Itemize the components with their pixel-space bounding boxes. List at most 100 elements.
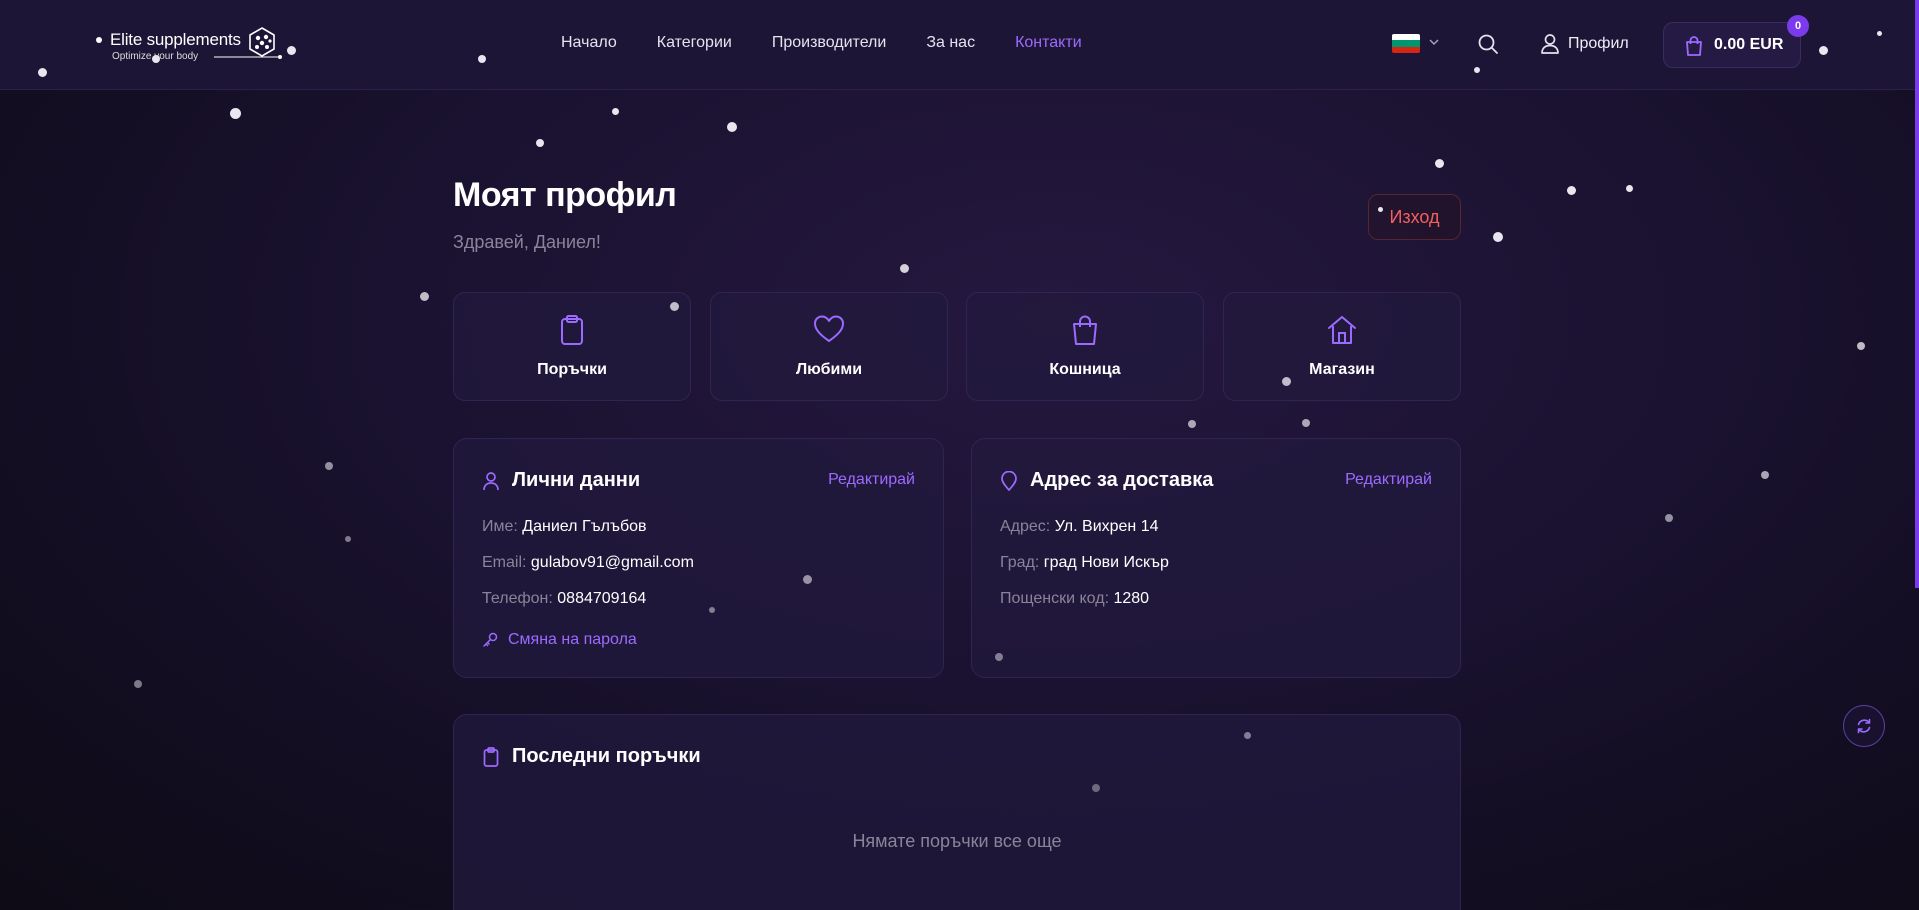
address-card: Адрес за доставка Редактирай Адрес: Ул. … <box>971 438 1461 678</box>
particle <box>1244 732 1251 739</box>
street-row: Адрес: Ул. Вихрен 14 <box>1000 518 1159 536</box>
name-value: Даниел Гълъбов <box>522 518 647 535</box>
brand-logo[interactable]: Elite supplements Optimize your body <box>96 26 286 66</box>
phone-row: Телефон: 0884709164 <box>482 590 646 608</box>
nav-manufacturers[interactable]: Производители <box>772 34 887 52</box>
zip-value: 1280 <box>1113 590 1150 607</box>
shopping-bag-icon <box>1686 36 1702 56</box>
particle <box>670 302 679 311</box>
personal-data-card: Лични данни Редактирай Име: Даниел Гълъб… <box>453 438 944 678</box>
city-value: град Нови Искър <box>1043 554 1169 571</box>
particle <box>38 68 47 77</box>
name-row: Име: Даниел Гълъбов <box>482 518 647 536</box>
email-value: gulabov91@gmail.com <box>530 554 694 571</box>
zip-label: Пощенски код: <box>1000 590 1110 607</box>
cart-total: 0.00 EUR <box>1714 36 1784 53</box>
empty-orders-text: Нямате поръчки все още <box>852 831 1062 851</box>
particle <box>1188 420 1196 428</box>
particle <box>345 536 351 542</box>
particle <box>1435 159 1444 168</box>
quick-link-shop[interactable]: Магазин <box>1223 292 1461 401</box>
nav-about[interactable]: За нас <box>926 34 975 52</box>
key-icon <box>483 632 498 647</box>
particle <box>536 139 544 147</box>
change-password-link[interactable]: Смяна на парола <box>482 631 637 649</box>
name-label: Име: <box>482 518 518 535</box>
particle <box>1567 186 1576 195</box>
refresh-button[interactable] <box>1843 705 1885 747</box>
particle <box>1819 46 1828 55</box>
particle <box>1857 342 1865 350</box>
particle <box>230 108 241 119</box>
cart-count-badge: 0 <box>1787 15 1809 37</box>
main-nav: Начало Категории Производители За нас Ко… <box>561 34 1122 52</box>
profile-label: Профил <box>1568 35 1629 52</box>
quick-link-label: Поръчки <box>537 361 607 378</box>
nav-categories[interactable]: Категории <box>657 34 732 52</box>
street-value: Ул. Вихрен 14 <box>1054 518 1159 535</box>
particle <box>1378 207 1383 212</box>
particle <box>478 55 486 63</box>
search-icon[interactable] <box>1477 33 1499 55</box>
nav-home[interactable]: Начало <box>561 34 617 52</box>
particle <box>900 264 909 273</box>
particle <box>1474 67 1480 73</box>
particle <box>612 108 619 115</box>
street-label: Адрес: <box>1000 518 1051 535</box>
greeting-text: Здравей, Даниел! <box>453 232 601 252</box>
zip-row: Пощенски код: 1280 <box>1000 590 1149 608</box>
recent-orders-card: Последни поръчки Нямате поръчки все още <box>453 714 1461 910</box>
quick-link-cart[interactable]: Кошница <box>966 292 1204 401</box>
edit-address-button[interactable]: Редактирай <box>1345 471 1432 489</box>
particle <box>1665 514 1673 522</box>
quick-link-favorites[interactable]: Любими <box>710 292 948 401</box>
quick-link-label: Кошница <box>1049 361 1121 378</box>
email-row: Email: gulabov91@gmail.com <box>482 554 694 572</box>
refresh-icon <box>1857 718 1871 734</box>
profile-link[interactable]: Профил <box>1540 33 1629 55</box>
nav-contacts[interactable]: Контакти <box>1015 34 1082 52</box>
phone-label: Телефон: <box>482 590 553 607</box>
logo-underline <box>214 55 282 59</box>
change-password-label: Смяна на парола <box>508 631 637 648</box>
particle <box>709 607 715 613</box>
address-title: Адрес за доставка <box>1030 469 1214 491</box>
cart-button[interactable]: 0.00 EUR 0 <box>1663 15 1809 68</box>
shopping-bag-icon <box>1073 315 1097 345</box>
particle <box>727 122 737 132</box>
home-icon <box>1328 316 1356 344</box>
particle <box>1282 377 1291 386</box>
particle <box>1092 784 1100 792</box>
particle <box>420 292 429 301</box>
phone-value: 0884709164 <box>557 590 647 607</box>
quick-link-label: Любими <box>795 361 863 378</box>
logout-button[interactable]: Изход <box>1368 194 1461 240</box>
clipboard-icon <box>561 315 583 345</box>
city-row: Град: град Нови Искър <box>1000 554 1169 572</box>
chevron-down-icon[interactable] <box>1428 36 1440 48</box>
heart-icon <box>814 315 844 342</box>
language-flag-icon[interactable] <box>1392 34 1420 53</box>
quick-link-label: Магазин <box>1309 361 1375 378</box>
particle <box>134 680 142 688</box>
edit-personal-button[interactable]: Редактирай <box>828 471 915 489</box>
particle <box>152 55 160 63</box>
map-pin-icon <box>1001 471 1017 491</box>
particle <box>287 46 296 55</box>
scrollbar-thumb[interactable] <box>1915 0 1919 588</box>
user-icon <box>1541 34 1559 54</box>
page-title: Моят профил <box>453 176 677 214</box>
particle <box>1761 471 1769 479</box>
city-label: Град: <box>1000 554 1040 571</box>
particle <box>1302 419 1310 427</box>
logo-dot-icon <box>96 37 102 43</box>
user-icon <box>483 472 499 491</box>
particle <box>1626 185 1633 192</box>
site-header: Elite supplements Optimize your body Нач… <box>0 0 1915 90</box>
quick-link-orders[interactable]: Поръчки <box>453 292 691 401</box>
clipboard-icon <box>483 747 499 767</box>
particle <box>995 653 1003 661</box>
particle <box>1877 31 1882 36</box>
brand-name: Elite supplements <box>110 30 241 49</box>
recent-orders-title: Последни поръчки <box>512 745 701 767</box>
